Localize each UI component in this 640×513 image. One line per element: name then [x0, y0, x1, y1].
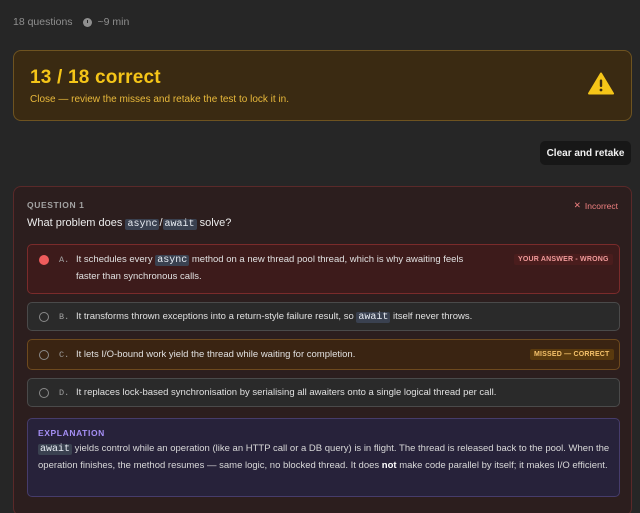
duration: ~9 min: [97, 16, 130, 28]
score-subtitle: Close — review the misses and retake the…: [30, 94, 289, 105]
option-text-start: It transforms thrown exceptions into a r…: [76, 311, 357, 322]
radio-icon[interactable]: [39, 388, 49, 398]
explanation-emphasis: not: [381, 460, 397, 471]
option-a[interactable]: A. It schedules every async method on a …: [27, 244, 620, 294]
question-count: 18 questions: [13, 16, 73, 28]
option-letter: B.: [59, 312, 70, 322]
status-label: Incorrect: [584, 200, 618, 211]
explanation-label: EXPLANATION: [38, 428, 105, 438]
explanation-text-end: make code parallel by itself; it makes I…: [396, 460, 608, 471]
option-text: It replaces lock-based synchronisation b…: [76, 387, 497, 398]
question-label: QUESTION 1: [27, 200, 85, 210]
your-answer-wrong-badge: YOUR ANSWER - WRONG: [514, 254, 613, 265]
explanation-box: EXPLANATION await yields control while a…: [27, 418, 620, 497]
question-prompt: What problem does async / await solve?: [27, 217, 231, 230]
explanation-code: await: [38, 444, 73, 455]
question-status: ✕ Incorrect: [574, 200, 618, 211]
prompt-code-await: await: [162, 219, 197, 230]
explanation-text: await yields control while an operation …: [38, 441, 613, 474]
prompt-code-async: async: [125, 219, 160, 230]
radio-icon[interactable]: [39, 350, 49, 360]
option-text-start: It schedules every: [76, 254, 156, 265]
clock-icon: [82, 17, 92, 27]
option-c[interactable]: C. It lets I/O-bound work yield the thre…: [27, 339, 620, 370]
score-banner: 13 / 18 correct Close — review the misse…: [13, 50, 632, 121]
option-text: It transforms thrown exceptions into a r…: [76, 309, 472, 326]
option-b[interactable]: B. It transforms thrown exceptions into …: [27, 302, 620, 331]
option-letter: C.: [59, 350, 70, 360]
option-code: async: [155, 255, 190, 266]
radio-selected-icon[interactable]: [39, 255, 49, 265]
option-text: It schedules every async method on a new…: [76, 252, 486, 285]
prompt-text-end: solve?: [196, 217, 232, 229]
option-text: It lets I/O-bound work yield the thread …: [76, 349, 356, 360]
missed-correct-badge: MISSED — CORRECT: [530, 349, 614, 360]
option-letter: A.: [59, 255, 70, 265]
option-code: await: [356, 312, 391, 323]
option-letter: D.: [59, 388, 70, 398]
question-card: QUESTION 1 ✕ Incorrect What problem does…: [13, 186, 632, 513]
option-text-end: itself never throws.: [390, 311, 473, 322]
prompt-text: What problem does: [27, 217, 126, 229]
option-d[interactable]: D. It replaces lock-based synchronisatio…: [27, 378, 620, 407]
clear-and-retake-button[interactable]: Clear and retake: [540, 141, 631, 165]
close-x-icon: ✕: [573, 200, 581, 210]
quiz-meta: 18 questions ~9 min: [13, 16, 129, 28]
radio-icon[interactable]: [39, 312, 49, 322]
score-title: 13 / 18 correct: [30, 67, 161, 88]
warning-triangle-icon: [588, 72, 614, 95]
